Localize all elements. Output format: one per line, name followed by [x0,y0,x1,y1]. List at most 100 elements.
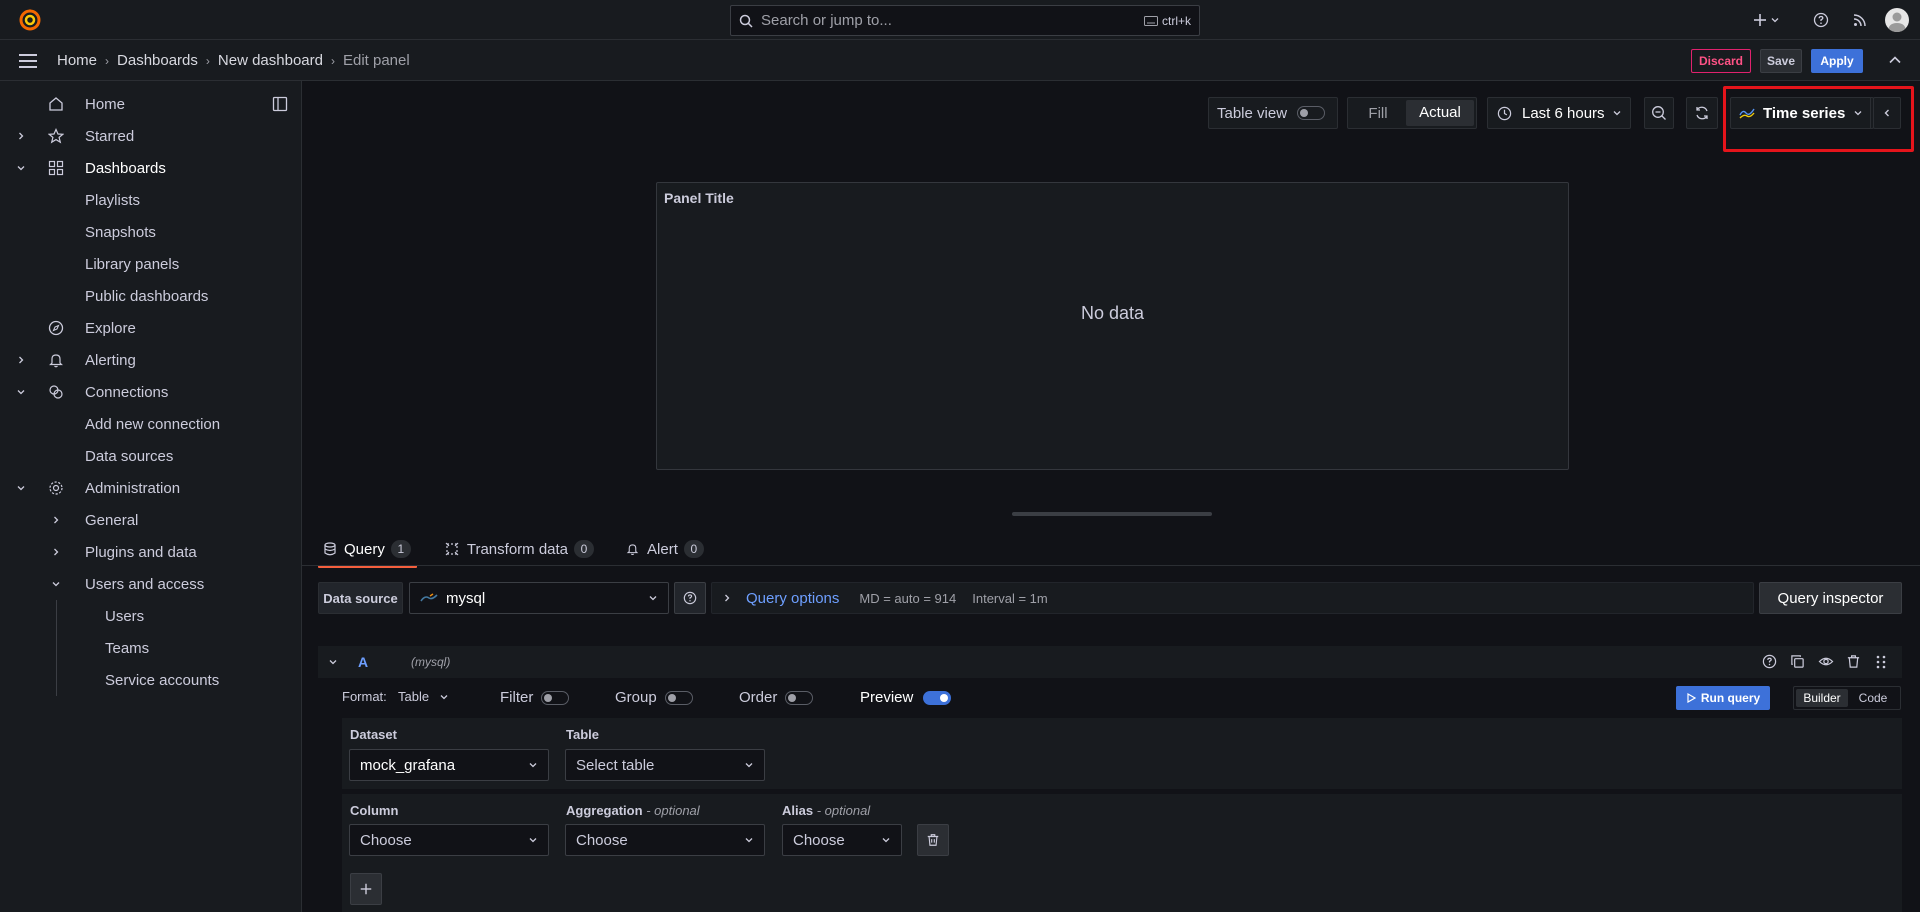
sidebar-item-users[interactable]: Users [0,600,302,632]
resize-handle[interactable] [1012,512,1212,516]
sidebar-item-playlists[interactable]: Playlists [0,184,302,216]
code-option[interactable]: Code [1848,691,1898,705]
table-view-toggle[interactable] [1297,106,1326,120]
chevron-right-icon[interactable] [51,547,61,557]
chevron-down-icon[interactable] [16,483,26,493]
chevron-right-icon[interactable] [16,355,26,365]
data-source-picker[interactable]: mysql [409,582,669,614]
sidebar-item-data-sources[interactable]: Data sources [0,440,302,472]
sidebar-item-users-and-access[interactable]: Users and access [0,568,302,600]
chevron-down-icon[interactable] [16,163,26,173]
refresh-button[interactable] [1686,97,1718,129]
breadcrumb-new-dashboard[interactable]: New dashboard [218,52,323,69]
dataset-select[interactable]: mock_grafana [349,749,549,781]
chevron-down-icon[interactable] [328,657,338,667]
delete-column-button[interactable] [917,824,949,856]
search-input[interactable]: Search or jump to... ctrl+k [730,5,1200,36]
sidebar-item-dashboards[interactable]: Dashboards [0,152,302,184]
tab-transform-data[interactable]: Transform data 0 [441,533,598,565]
tab-query[interactable]: Query 1 [318,533,417,568]
fill-option[interactable]: Fill [1350,105,1406,122]
chevron-down-icon [881,835,891,845]
zoom-out-button[interactable] [1644,97,1674,129]
run-query-button[interactable]: Run query [1676,686,1770,710]
bell-icon [626,542,639,556]
group-toggle-group[interactable]: Group [615,689,693,706]
sidebar-item-label: Data sources [85,447,174,465]
sidebar-item-starred[interactable]: Starred [0,120,302,152]
add-column-button[interactable] [350,873,382,905]
order-toggle-group[interactable]: Order [739,689,814,706]
tab-alert[interactable]: Alert 0 [622,533,708,565]
chevron-down-icon [528,760,538,770]
filter-toggle[interactable] [541,690,570,705]
chevron-down-icon[interactable] [16,387,26,397]
panel-title[interactable]: Panel Title [664,190,734,206]
query-inspector-button[interactable]: Query inspector [1759,582,1902,614]
chevron-up-icon[interactable] [1888,54,1902,66]
discard-button[interactable]: Discard [1691,49,1751,73]
order-toggle[interactable] [785,690,814,705]
time-range-picker[interactable]: Last 6 hours [1487,97,1631,129]
sidebar-item-library-panels[interactable]: Library panels [0,248,302,280]
sidebar-item-label: Public dashboards [85,287,209,305]
sidebar-item-plugins-and-data[interactable]: Plugins and data [0,536,302,568]
sidebar-item-teams[interactable]: Teams [0,632,302,664]
grafana-logo-icon[interactable] [18,8,42,32]
sidebar-item-label: Connections [85,383,169,401]
sidebar-item-administration[interactable]: Administration [0,472,302,504]
sidebar-item-label: Library panels [85,255,180,273]
apply-button[interactable]: Apply [1811,49,1863,73]
table-view-toggle-group[interactable]: Table view [1208,97,1338,129]
data-source-help-button[interactable] [674,582,706,614]
query-options-bar[interactable]: Query options MD = auto = 914 Interval =… [711,582,1754,614]
save-button[interactable]: Save [1760,49,1802,73]
mysql-logo-icon [420,592,438,604]
preview-toggle[interactable] [923,690,952,705]
filter-toggle-group[interactable]: Filter [500,689,570,706]
alias-select[interactable]: Choose [782,824,902,856]
sidebar-item-home[interactable]: Home [0,88,302,120]
chevron-right-icon[interactable] [16,131,26,141]
builder-option[interactable]: Builder [1796,689,1848,707]
help-icon[interactable] [1762,654,1777,669]
chevron-right-icon[interactable] [51,515,61,525]
sidebar-item-add-new-connection[interactable]: Add new connection [0,408,302,440]
breadcrumb-dashboards[interactable]: Dashboards [117,52,198,69]
query-ref-id[interactable]: A [358,654,368,670]
chevron-down-icon [439,692,449,702]
column-select[interactable]: Choose [349,824,549,856]
panel[interactable]: Panel Title No data [656,182,1569,470]
search-icon [739,14,753,28]
sidebar-item-label: General [85,511,139,529]
actual-option[interactable]: Actual [1406,100,1474,126]
menu-icon[interactable] [18,53,38,69]
clock-icon [1497,106,1512,121]
sidebar-item-explore[interactable]: Explore [0,312,302,344]
group-label: Group [615,689,657,706]
sidebar-item-alerting[interactable]: Alerting [0,344,302,376]
new-menu-button[interactable] [1752,12,1780,28]
preview-toggle-group[interactable]: Preview [860,689,952,706]
drag-handle-icon[interactable] [1875,654,1887,670]
sidebar-item-service-accounts[interactable]: Service accounts [0,664,302,696]
chevron-down-icon[interactable] [51,579,61,589]
sidebar-item-general[interactable]: General [0,504,302,536]
copy-icon[interactable] [1790,654,1805,669]
table-select[interactable]: Select table [565,749,765,781]
aggregation-select[interactable]: Choose [565,824,765,856]
query-a-header[interactable]: A (mysql) [318,646,1902,678]
sidebar-item-snapshots[interactable]: Snapshots [0,216,302,248]
eye-icon[interactable] [1818,654,1834,669]
news-rss-icon[interactable] [1852,12,1868,28]
format-select[interactable]: Table [398,689,449,704]
trash-icon[interactable] [1846,654,1861,669]
breadcrumb-home[interactable]: Home [57,52,97,69]
group-toggle[interactable] [664,690,693,705]
sidebar-item-public-dashboards[interactable]: Public dashboards [0,280,302,312]
query-options-link[interactable]: Query options [746,590,839,607]
chevron-right-icon: › [205,53,210,68]
sidebar-item-connections[interactable]: Connections [0,376,302,408]
user-avatar[interactable] [1885,8,1909,32]
help-icon[interactable] [1813,12,1829,28]
